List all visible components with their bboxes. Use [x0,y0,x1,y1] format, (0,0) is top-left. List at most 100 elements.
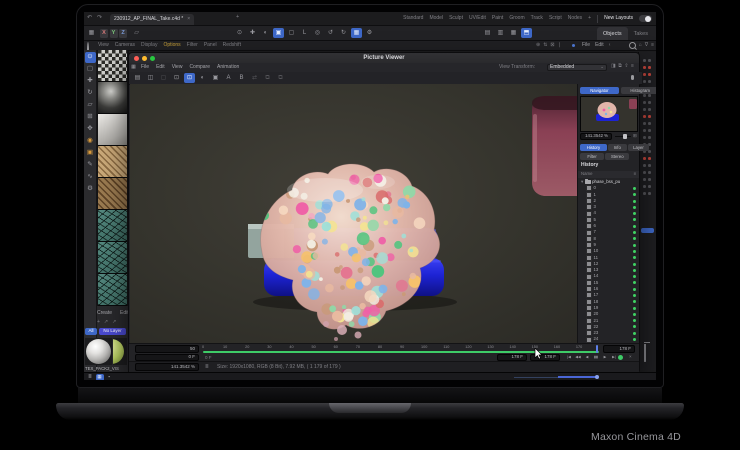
material-thumb-7[interactable] [98,242,127,274]
coordinates-tool[interactable]: ⊞ [85,112,96,123]
render-dot[interactable] [648,136,651,139]
object-row[interactable] [639,134,656,141]
add-object-icon[interactable]: ⊕ [536,43,540,48]
transport-play-backward[interactable]: ◀ [583,354,591,361]
grid-view-icon[interactable]: ▦ [96,374,104,381]
render-dot[interactable] [648,94,651,97]
tab-filter[interactable]: Filter [580,153,604,160]
list-view-icon[interactable]: ≣ [86,374,94,381]
material-thumb-1[interactable] [98,50,127,82]
object-row[interactable] [639,127,656,134]
navigator-zoom-field[interactable]: 141.3542 % [580,133,612,140]
material-thumb-6[interactable] [98,210,127,242]
tab-takes[interactable]: Takes [628,27,654,40]
history-forward-icon[interactable]: ↻ [338,28,349,38]
render-dot[interactable] [648,73,651,76]
axis-lock-icon[interactable]: L [299,28,310,38]
visibility-dot[interactable] [643,164,646,167]
object-row[interactable] [639,169,656,176]
object-row[interactable] [639,64,656,71]
render-region-icon[interactable]: ▥ [495,28,506,38]
history-frame-row[interactable]: 24 [578,336,639,342]
tab-layer[interactable]: Layer [628,144,650,151]
transport-pause[interactable]: ▮▮ [592,354,600,361]
redo-icon[interactable]: ↷ [97,15,102,21]
viewport-menu-cameras[interactable]: Cameras [115,43,135,48]
render-icon[interactable]: ▤ [482,28,493,38]
timeline-left-field[interactable]: 50 [135,345,199,353]
visibility-dot[interactable] [643,115,646,118]
paint-tool[interactable]: ▣ [85,148,96,159]
tab-stereo[interactable]: Stereo [605,153,629,160]
visibility-dot[interactable] [643,178,646,181]
object-row[interactable] [639,155,656,162]
object-row[interactable] [639,183,656,190]
updown-icon[interactable]: ⇅ [543,43,547,48]
visibility-dot[interactable] [643,185,646,188]
tab-info[interactable]: Info [608,144,627,151]
render-active-icon[interactable]: ▣ [273,28,284,38]
pen-tool[interactable]: ✎ [85,160,96,171]
render-dot[interactable] [648,171,651,174]
grid-snap-icon[interactable]: ▦ [351,28,362,38]
render-dot[interactable] [648,185,651,188]
tab-histogram[interactable]: Histogram [621,87,656,94]
object-row[interactable] [639,176,656,183]
viewport-menu-redshift[interactable]: Redshift [223,43,241,48]
material-ball-selected[interactable] [85,338,112,365]
material-thumb-8[interactable] [98,274,127,306]
visibility-dot[interactable] [643,129,646,132]
tab-history[interactable]: History [580,144,607,151]
new-material-icon[interactable]: + [97,320,100,325]
layout-menu-groom[interactable]: Groom [509,16,524,21]
new-layouts-toggle[interactable] [639,15,652,22]
pv-grid-icon[interactable]: ▦ [129,64,138,72]
trash-icon[interactable] [644,344,646,362]
name-column-header[interactable]: Name [581,172,592,176]
magnet-tool[interactable]: ◉ [85,136,96,147]
loop-playback-button[interactable] [618,355,623,360]
object-row[interactable] [639,99,656,106]
snap-icon[interactable]: ⊙ [234,28,245,38]
tab-navigator[interactable]: Navigator [580,87,619,94]
render-dot[interactable] [648,164,651,167]
render-dot[interactable] [648,115,651,118]
render-dot[interactable] [648,178,651,181]
zoom-100-icon[interactable]: ⊡ [171,73,182,83]
render-dot[interactable] [648,157,651,160]
duplicate-view-icon[interactable]: ⧉ [618,64,622,69]
column-options-icon[interactable]: ≡ [633,172,636,176]
rotate-tool[interactable]: ↻ [85,88,96,99]
material-thumb-2[interactable] [98,82,127,114]
render-dot[interactable] [648,129,651,132]
view-transform-dropdown[interactable]: Embedded ⌄ [547,64,607,71]
layers-icon[interactable]: ▣ [210,73,221,83]
pick-material-icon[interactable]: ↗ [112,320,116,325]
pv-menu-file[interactable]: File [141,65,149,70]
snap-tool[interactable]: ✥ [85,124,96,135]
link-a-icon[interactable]: ⧉ [262,73,273,83]
scale-tool[interactable]: ▱ [85,100,96,111]
move-icon[interactable]: ✚ [247,28,258,38]
axis-lock-x[interactable]: X [100,29,108,38]
transport-goto-end[interactable]: ▶| [610,354,618,361]
axis-lock-z[interactable]: Z [119,29,127,38]
document-tab[interactable]: 230912_AP_FINAL_Take.c4d * × [110,14,194,25]
visibility-dot[interactable] [643,171,646,174]
visibility-dot[interactable] [643,101,646,104]
visibility-dot[interactable] [643,59,646,62]
pv-menu-view[interactable]: View [172,65,183,70]
add-layout-icon[interactable]: + [588,16,591,21]
render-dot[interactable] [648,192,651,195]
render-dot[interactable] [648,59,651,62]
pv-canvas[interactable] [130,84,577,343]
layout-menu-sculpt[interactable]: Sculpt [449,16,463,21]
caret-open-icon[interactable]: ▾ [581,180,583,184]
save-image-icon[interactable]: ◫ [145,73,156,83]
render-dot[interactable] [648,108,651,111]
timeline-close-icon[interactable]: × [629,355,632,360]
timeline-mini-range[interactable] [558,376,598,378]
swap-ab-icon[interactable]: ⇄ [249,73,260,83]
modeling-settings-tool[interactable]: ⚙ [85,184,96,195]
add-tab-icon[interactable]: + [236,15,239,21]
